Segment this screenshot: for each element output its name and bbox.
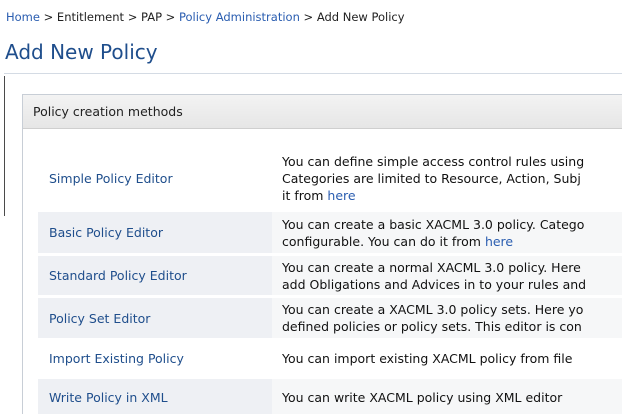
breadcrumb-separator: > <box>39 10 57 24</box>
list-item-write-policy-in-xml: Write Policy in XML You can write XACML … <box>38 379 622 414</box>
basic-policy-editor-link[interactable]: Basic Policy Editor <box>38 212 272 253</box>
description-line: defined policies or policy sets. This ed… <box>282 319 582 334</box>
breadcrumb-separator: > <box>124 10 141 24</box>
list-item-simple-policy-editor: Simple Policy Editor You can define simp… <box>38 147 622 209</box>
description-line: You can create a normal XACML 3.0 policy… <box>282 259 581 275</box>
write-policy-in-xml-link[interactable]: Write Policy in XML <box>38 379 272 414</box>
policy-set-editor-link[interactable]: Policy Set Editor <box>38 298 272 338</box>
list-item-standard-policy-editor: Standard Policy Editor You can create a … <box>38 256 622 295</box>
standard-policy-editor-link[interactable]: Standard Policy Editor <box>38 256 272 295</box>
breadcrumb-current: Add New Policy <box>316 10 405 24</box>
import-existing-policy-link[interactable]: Import Existing Policy <box>38 341 272 376</box>
breadcrumb-entitlement: Entitlement <box>56 10 125 24</box>
import-existing-policy-description: You can import existing XACML policy fro… <box>272 341 622 376</box>
breadcrumb-separator: > <box>299 10 317 24</box>
basic-policy-editor-description: You can create a basic XACML 3.0 policy.… <box>272 212 622 253</box>
list-item-policy-set-editor: Policy Set Editor You can create a XACML… <box>38 298 622 338</box>
description-line: You can create a XACML 3.0 policy sets. … <box>282 302 584 317</box>
breadcrumb-pap: PAP <box>141 10 163 24</box>
description-line: You can import existing XACML policy fro… <box>282 351 573 366</box>
write-policy-in-xml-description: You can write XACML policy using XML edi… <box>272 379 622 414</box>
breadcrumb: Home > Entitlement > PAP > Policy Admini… <box>6 10 405 24</box>
breadcrumb-home-link[interactable]: Home <box>6 10 40 24</box>
page-title: Add New Policy <box>5 40 158 64</box>
description-line: it from <box>282 187 328 203</box>
description-line: Categories are limited to Resource, Acti… <box>282 170 581 186</box>
basic-policy-editor-here-link[interactable]: here <box>485 234 513 249</box>
policy-set-editor-description: You can create a XACML 3.0 policy sets. … <box>272 298 622 338</box>
description-line: add Obligations and Advices in to your r… <box>282 276 587 292</box>
description-line: You can write XACML policy using XML edi… <box>282 389 563 405</box>
simple-policy-editor-description: You can define simple access control rul… <box>272 147 622 209</box>
description-line: You can define simple access control rul… <box>282 153 585 169</box>
description-line: configurable. You can do it from <box>282 233 485 249</box>
standard-policy-editor-description: You can create a normal XACML 3.0 policy… <box>272 256 622 295</box>
breadcrumb-separator: > <box>162 10 179 24</box>
description-line: You can create a basic XACML 3.0 policy.… <box>282 216 585 232</box>
page: Home > Entitlement > PAP > Policy Admini… <box>0 0 622 414</box>
panel-header: Policy creation methods <box>23 95 622 129</box>
title-divider <box>4 73 622 74</box>
left-border <box>4 76 5 216</box>
list-item-import-existing-policy: Import Existing Policy You can import ex… <box>38 341 622 376</box>
simple-policy-editor-here-link[interactable]: here <box>327 188 355 203</box>
list-item-basic-policy-editor: Basic Policy Editor You can create a bas… <box>38 212 622 253</box>
policy-method-list: Simple Policy Editor You can define simp… <box>38 147 622 414</box>
policy-creation-panel: Policy creation methods Simple Policy Ed… <box>22 94 622 414</box>
breadcrumb-policy-administration-link[interactable]: Policy Administration <box>179 10 300 24</box>
simple-policy-editor-link[interactable]: Simple Policy Editor <box>38 147 272 209</box>
